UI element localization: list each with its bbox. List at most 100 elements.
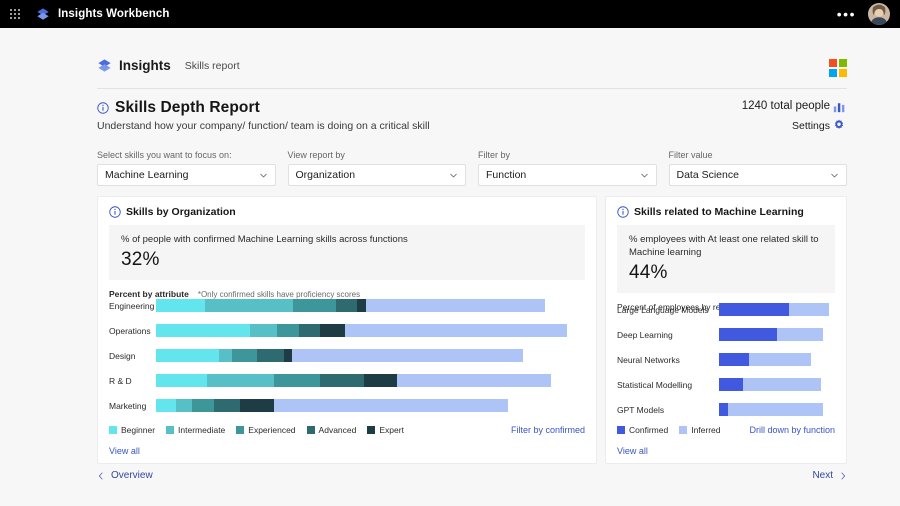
- bar-segment: [219, 349, 233, 362]
- right-card-title: Skills related to Machine Learning: [634, 206, 804, 218]
- legend-swatch: [109, 426, 117, 434]
- bar-segment: [284, 349, 292, 362]
- breadcrumb: Skills report: [185, 60, 240, 72]
- header-divider: [97, 88, 847, 89]
- legend-item[interactable]: Expert: [367, 425, 404, 435]
- gear-icon[interactable]: [833, 119, 845, 131]
- bar-track[interactable]: [156, 399, 508, 412]
- overview-nav-button[interactable]: Overview: [97, 470, 153, 481]
- related-skills-chart: Large Language Models Deep Learning Neural…: [606, 297, 846, 422]
- bar-row: Large Language Models: [606, 297, 846, 322]
- next-nav-label: Next: [812, 470, 833, 481]
- left-chart-legend: Beginner Intermediate Experienced Advanced E…: [109, 425, 404, 435]
- filter-by-select[interactable]: Function: [478, 164, 657, 186]
- skills-related-card: Skills related to Machine Learning % emp…: [605, 196, 847, 464]
- bar-segment: [292, 349, 523, 362]
- filter-value-label: Filter value: [669, 150, 848, 160]
- app-launcher-icon[interactable]: [10, 9, 20, 19]
- legend-item[interactable]: Confirmed: [617, 425, 668, 435]
- bar-segment: [192, 399, 214, 412]
- bar-label: Marketing: [109, 401, 156, 411]
- bar-chart-icon[interactable]: [833, 100, 846, 113]
- filter-value-select[interactable]: Data Science: [669, 164, 848, 186]
- bar-segment: [345, 324, 567, 337]
- bar-segment: [320, 374, 363, 387]
- settings-label[interactable]: Settings: [792, 120, 830, 132]
- app-bar-actions: •••: [837, 3, 890, 25]
- filter-by-label: Filter by: [478, 150, 657, 160]
- microsoft-logo: [829, 59, 847, 77]
- filter-value: Filter value Data Science: [669, 150, 848, 186]
- bar-segment: [364, 374, 397, 387]
- info-circle-icon[interactable]: [97, 102, 109, 114]
- chevron-down-icon: [830, 171, 839, 180]
- legend-label: Intermediate: [178, 425, 225, 435]
- bar-segment: [156, 374, 207, 387]
- bar-segment: [719, 303, 789, 316]
- legend-item[interactable]: Inferred: [679, 425, 720, 435]
- bar-label: Neural Networks: [617, 355, 719, 365]
- bar-track[interactable]: [719, 328, 823, 341]
- bar-segment: [214, 399, 240, 412]
- bar-row: Statistical Modelling: [606, 372, 846, 397]
- filter-by: Filter by Function: [478, 150, 657, 186]
- bar-row: Design: [98, 343, 596, 368]
- legend-label: Advanced: [319, 425, 357, 435]
- legend-item[interactable]: Intermediate: [166, 425, 225, 435]
- legend-item[interactable]: Beginner: [109, 425, 155, 435]
- more-options-button[interactable]: •••: [837, 9, 856, 19]
- legend-item[interactable]: Advanced: [307, 425, 357, 435]
- bar-track[interactable]: [719, 378, 821, 391]
- filter-skills-value: Machine Learning: [105, 169, 188, 181]
- bar-track[interactable]: [719, 353, 811, 366]
- filter-view-report-by: View report by Organization: [288, 150, 467, 186]
- bar-row: Neural Networks: [606, 347, 846, 372]
- info-circle-icon[interactable]: [617, 206, 629, 218]
- bar-track[interactable]: [156, 374, 551, 387]
- bar-segment: [789, 303, 829, 316]
- bar-segment: [207, 374, 275, 387]
- drill-down-link[interactable]: Drill down by function: [749, 425, 835, 435]
- next-nav-button[interactable]: Next: [812, 470, 847, 481]
- filter-skills-select[interactable]: Machine Learning: [97, 164, 276, 186]
- app-window: Insights Workbench ••• Insights Skills r…: [0, 0, 900, 506]
- right-stat-value: 44%: [629, 262, 825, 284]
- left-view-all-link[interactable]: View all: [109, 446, 140, 456]
- bar-segment: [357, 299, 366, 312]
- avatar[interactable]: [868, 3, 890, 25]
- bar-segment: [299, 324, 320, 337]
- right-stat-label: % employees with At least one related sk…: [629, 234, 825, 260]
- legend-label: Expert: [379, 425, 404, 435]
- left-card-title: Skills by Organization: [126, 206, 236, 218]
- bar-track[interactable]: [156, 299, 545, 312]
- bar-segment: [728, 403, 823, 416]
- bar-track[interactable]: [156, 349, 523, 362]
- filter-by-confirmed-link[interactable]: Filter by confirmed: [511, 425, 585, 435]
- page-title-row: Skills Depth Report: [97, 99, 260, 117]
- bar-label: Deep Learning: [617, 330, 719, 340]
- bar-segment: [240, 399, 274, 412]
- bar-row: GPT Models: [606, 397, 846, 422]
- bar-label: Operations: [109, 326, 156, 336]
- bar-label: Statistical Modelling: [617, 380, 719, 390]
- bar-track[interactable]: [719, 303, 829, 316]
- filter-view-report-by-select[interactable]: Organization: [288, 164, 467, 186]
- bar-segment: [320, 324, 345, 337]
- bar-segment: [749, 353, 811, 366]
- filter-view-report-by-label: View report by: [288, 150, 467, 160]
- right-view-all-link[interactable]: View all: [617, 446, 648, 456]
- bar-track[interactable]: [156, 324, 567, 337]
- bar-segment: [277, 324, 299, 337]
- legend-item[interactable]: Experienced: [236, 425, 295, 435]
- legend-swatch: [307, 426, 315, 434]
- insights-diamond-icon: [36, 7, 50, 21]
- filter-by-value: Function: [486, 169, 526, 181]
- bar-row: Marketing: [98, 393, 596, 418]
- insights-diamond-icon: [97, 58, 112, 73]
- left-stat-value: 32%: [121, 249, 575, 271]
- filter-bar: Select skills you want to focus on: Mach…: [97, 150, 847, 186]
- bar-track[interactable]: [719, 403, 823, 416]
- info-circle-icon[interactable]: [109, 206, 121, 218]
- legend-label: Beginner: [121, 425, 155, 435]
- right-card-header: Skills related to Machine Learning: [606, 197, 846, 218]
